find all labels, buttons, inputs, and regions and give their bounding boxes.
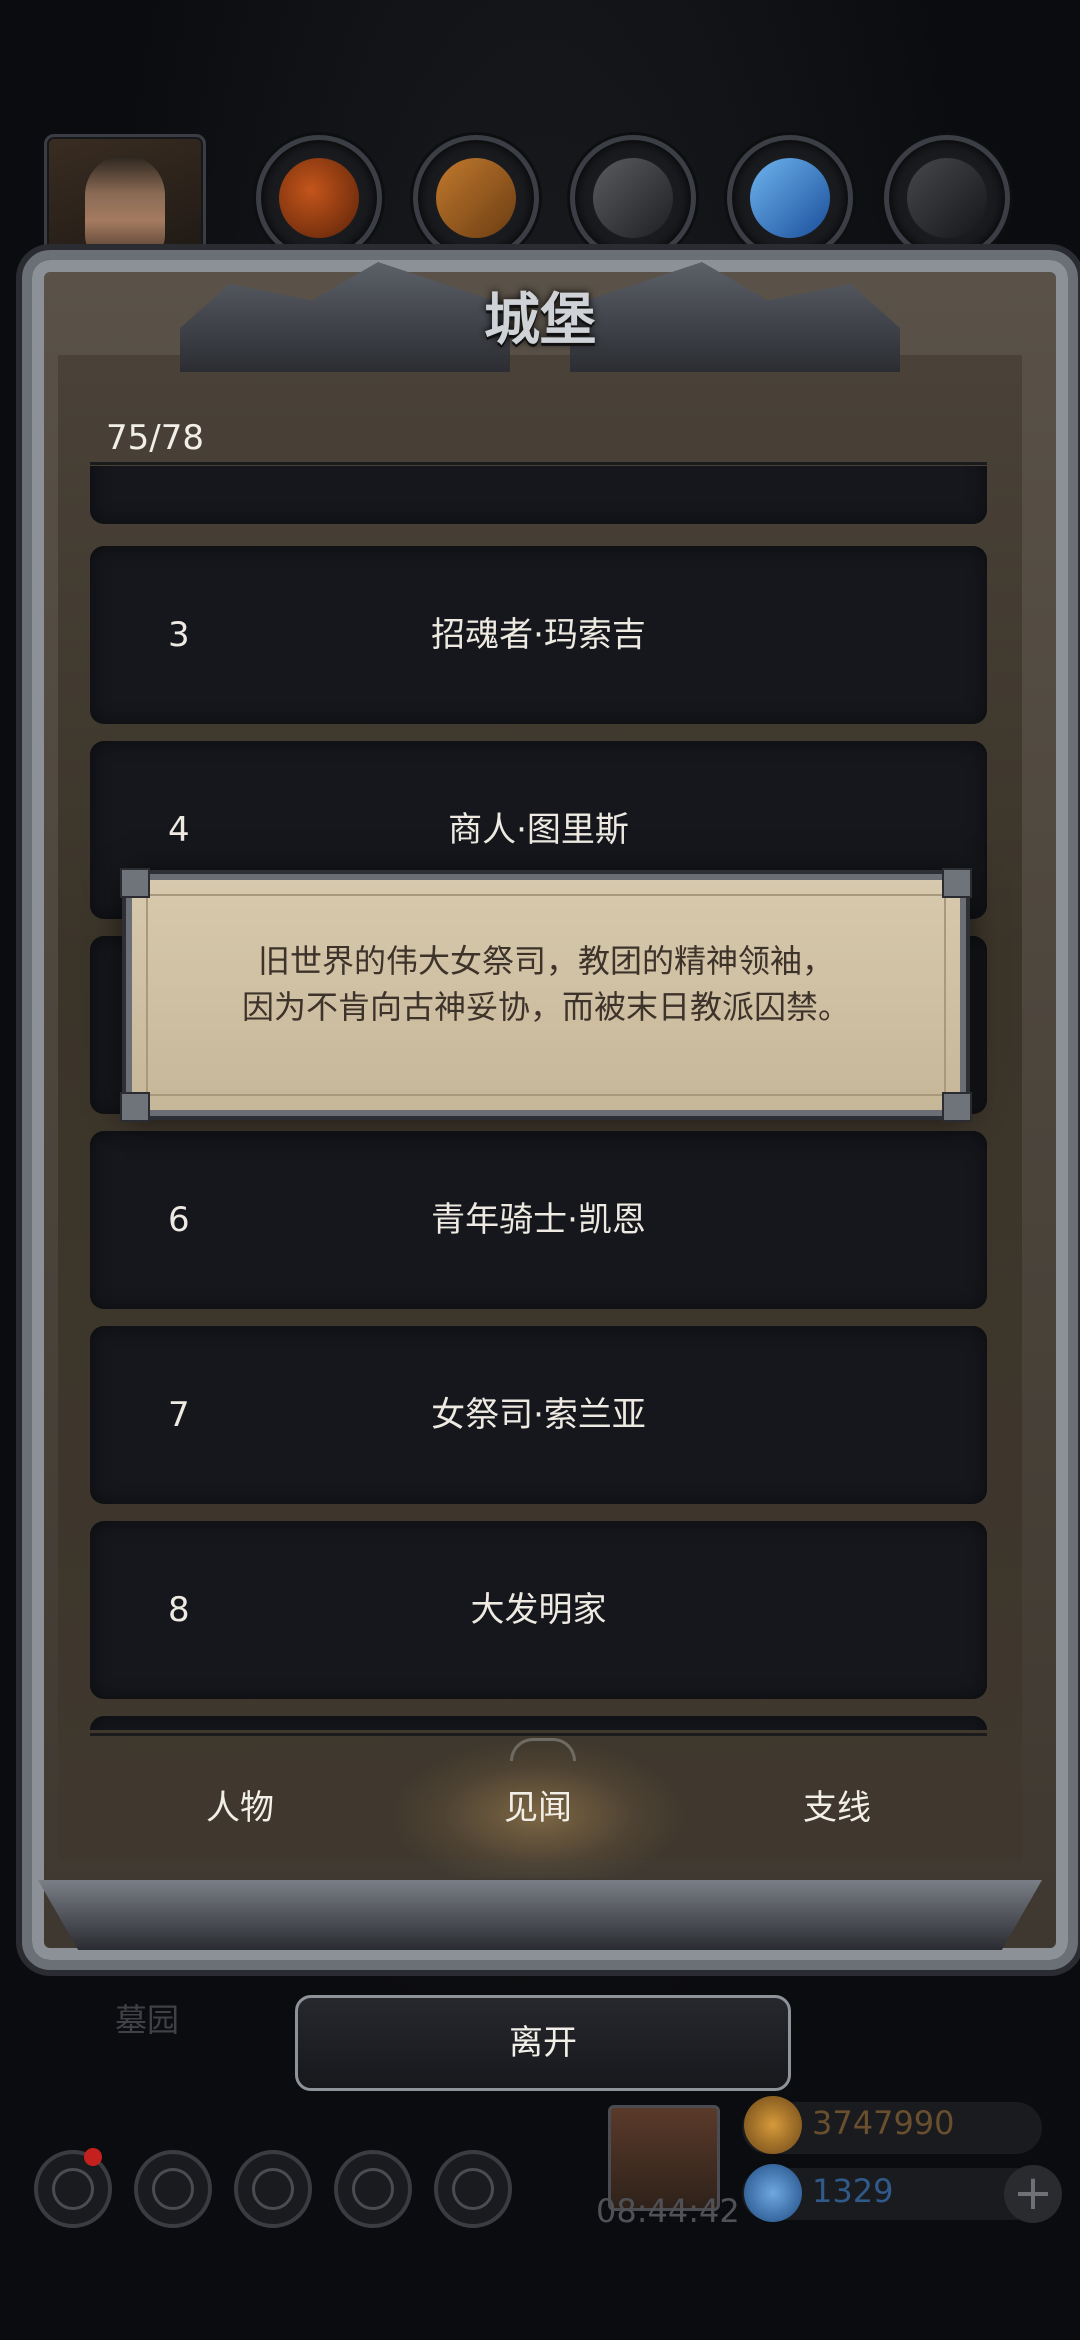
list-item[interactable]: 7 女祭司·索兰亚: [90, 1326, 987, 1504]
tooltip-line-1: 旧世界的伟大女祭司，教团的精神领袖，: [257, 942, 834, 980]
stone-icon: [884, 135, 1010, 261]
add-gems-button[interactable]: +: [1004, 2165, 1062, 2223]
portrait-face: [85, 155, 165, 265]
divider-top: [90, 462, 987, 465]
list-item-name: 女祭司·索兰亚: [431, 1395, 646, 1435]
coin-amount: 3747990: [812, 2104, 955, 2142]
graveyard-label[interactable]: 墓园: [115, 1995, 179, 2041]
leave-button[interactable]: 离开: [295, 1995, 791, 2091]
panel-bottom-ornament: [38, 1880, 1042, 1950]
tab-side-quests[interactable]: 支线: [687, 1738, 987, 1878]
description-tooltip: 旧世界的伟大女祭司，教团的精神领袖， 因为不肯向古神妥协，而被末日教派囚禁。: [120, 868, 972, 1122]
tooltip-corner: [120, 868, 150, 898]
list-item-name: 招魂者·玛索吉: [431, 615, 646, 655]
tooltip-corner: [942, 868, 972, 898]
crystal-icon: [727, 135, 853, 261]
countdown-timer: 08:44:42: [596, 2192, 740, 2230]
tooltip-text: 旧世界的伟大女祭司，教团的精神领袖， 因为不肯向古神妥协，而被末日教派囚禁。: [162, 938, 930, 1030]
list-item[interactable]: 8 大发明家: [90, 1521, 987, 1699]
meat-icon: [256, 135, 382, 261]
gem-icon: [744, 2164, 802, 2222]
mail-icon[interactable]: [334, 2150, 412, 2228]
gem-amount: 1329: [812, 2172, 894, 2210]
skills-icon[interactable]: [134, 2150, 212, 2228]
list-item-name: 大发明家: [470, 1590, 607, 1630]
panel-title: 城堡: [484, 288, 596, 353]
progress-counter: 75/78: [106, 418, 204, 458]
list-item[interactable]: 3 招魂者·玛索吉: [90, 546, 987, 724]
list-item[interactable]: [90, 466, 987, 524]
tooltip-corner: [120, 1092, 150, 1122]
list-item[interactable]: 6 青年骑士·凯恩: [90, 1131, 987, 1309]
list-item[interactable]: [90, 1716, 987, 1730]
active-tab-ornament: [510, 1738, 576, 1761]
divider-bottom: [90, 1733, 987, 1736]
tab-characters[interactable]: 人物: [90, 1738, 390, 1878]
tooltip-line-2: 因为不肯向古神妥协，而被末日教派囚禁。: [241, 988, 850, 1026]
coin-icon: [744, 2096, 802, 2154]
iron-icon: [570, 135, 696, 261]
handshake-icon[interactable]: [434, 2150, 512, 2228]
tooltip-corner: [942, 1092, 972, 1122]
wood-icon: [413, 135, 539, 261]
list-item-name: 青年骑士·凯恩: [431, 1200, 646, 1240]
notification-dot: [84, 2148, 102, 2166]
inventory-icon[interactable]: [234, 2150, 312, 2228]
